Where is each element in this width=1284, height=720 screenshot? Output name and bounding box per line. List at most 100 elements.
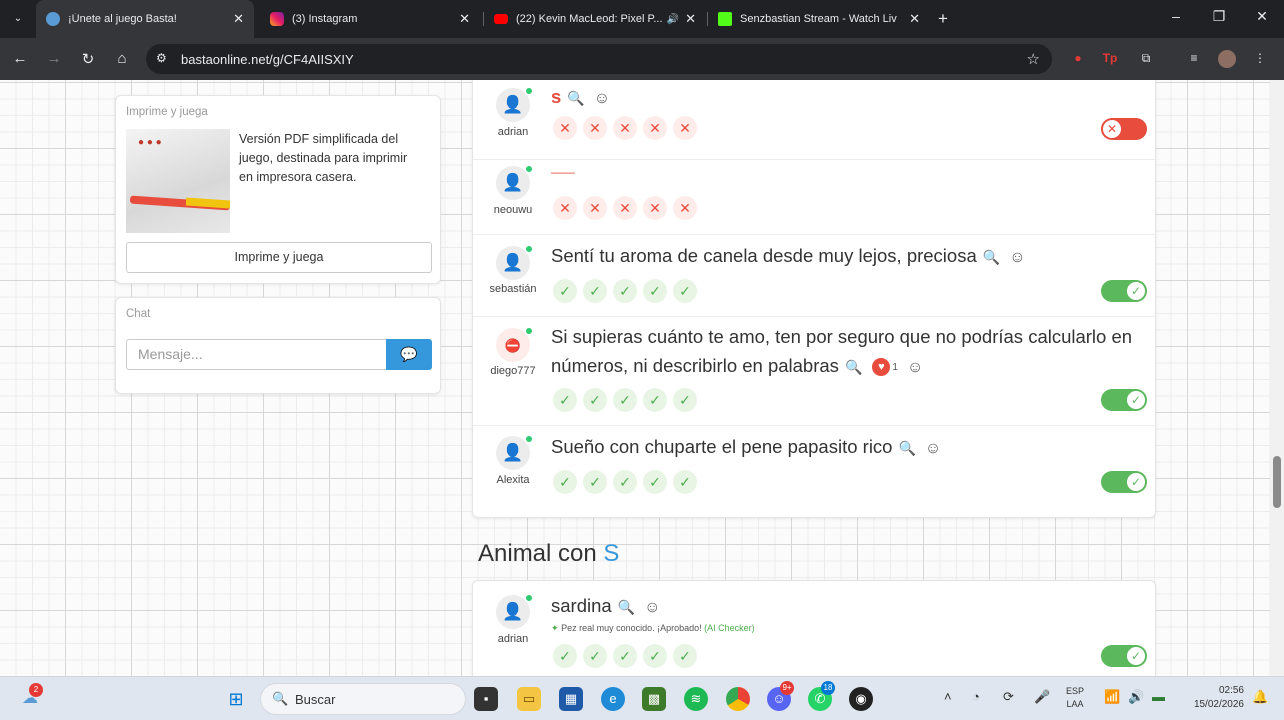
tab-youtube[interactable]: (22) Kevin MacLeod: Pixel P... 🔊 ✕ [484,6,706,32]
chat-message-input[interactable]: Mensaje... [126,339,386,370]
forward-icon[interactable]: → [44,50,64,67]
username: sebastián [489,283,537,295]
show-hidden-icons-icon[interactable]: ˄ [944,689,952,704]
toggle-check-icon: ✓ [1127,282,1145,300]
answer-text: Si supieras cuánto te amo, ten por segur… [551,322,1151,382]
validity-toggle[interactable]: ✓ [1101,645,1147,667]
validity-toggle[interactable]: ✕ [1101,118,1147,140]
username: adrian [497,633,529,645]
tab-kick[interactable]: Senzbastian Stream - Watch Liv ✕ [708,6,930,32]
tab-basta[interactable]: ¡Únete al juego Basta! ✕ [36,0,254,38]
ai-checker-note: ✦ Pez real muy conocido. ¡Aprobado! (AI … [551,623,755,634]
speaker-icon[interactable]: 🔊 [667,14,679,25]
file-explorer-icon[interactable]: ▭ [517,687,541,711]
tab-instagram[interactable]: (3) Instagram ✕ [260,6,480,32]
address-bar[interactable]: ⚙ bastaonline.net/g/CF4AIISXIY ☆ [146,44,1052,74]
scrollbar-thumb[interactable] [1273,456,1281,508]
animal-answers-card: 👤 adrian sardina 🔍 ☺ ✦ Pez real muy conoci… [472,580,1156,676]
task-view-icon[interactable]: ▪ [474,687,498,711]
site-info-icon[interactable]: ⚙ [156,51,167,65]
tray-sync-icon[interactable]: ⟳ [1003,689,1014,705]
restore-icon[interactable]: ❐ [1204,8,1234,25]
search-icon[interactable]: 🔍 [845,359,862,375]
chat-send-button[interactable]: 💬 [386,339,432,370]
close-window-icon[interactable]: ✕ [1247,8,1277,25]
home-icon[interactable]: ⌂ [112,50,132,67]
chat-bubble-icon: 💬 [400,346,418,362]
stop-sign-avatar-icon: ⛔ [504,338,522,353]
approve-mark-icon: ✓ [583,470,607,494]
reject-mark-icon: ✕ [553,196,577,220]
avatar: 👤 [496,595,532,629]
close-tab-icon[interactable]: ✕ [459,11,470,27]
youtube-favicon-icon [494,14,508,24]
search-icon[interactable]: 🔍 [983,249,1000,265]
heart-reaction-icon[interactable]: ♥ [872,358,891,376]
clock[interactable]: 02:56 15/02/2026 [1180,684,1244,712]
search-icon[interactable]: 🔍 [567,90,584,106]
approve-mark-icon: ✓ [553,470,577,494]
language-indicator[interactable]: ESP LAA [1066,685,1084,711]
reload-icon[interactable]: ↻ [78,50,98,68]
back-icon[interactable]: ← [10,50,30,67]
answer-text: Sentí tu aroma de canela desde muy lejos… [551,241,1151,272]
extensions-puzzle-icon[interactable]: ⧉ [1136,51,1156,67]
edge-icon[interactable]: e [601,687,625,711]
close-tab-icon[interactable]: ✕ [909,11,920,27]
avatar: ⛔ [496,328,532,362]
minecraft-icon[interactable]: ▩ [642,687,666,711]
windows-start-icon[interactable]: ⊞ [224,687,248,711]
wifi-icon[interactable]: 📶 [1104,689,1120,705]
extension-red-icon[interactable]: ● [1068,51,1088,67]
validity-toggle[interactable]: ✓ [1101,280,1147,302]
battery-icon[interactable]: ▬ [1152,689,1165,704]
bookmark-star-icon[interactable]: ☆ [1027,50,1040,68]
add-reaction-icon[interactable]: ☺ [1009,249,1025,266]
search-icon[interactable]: 🔍 [618,599,635,615]
new-tab-icon[interactable]: + [938,9,948,29]
tab-title: ¡Únete al juego Basta! [68,13,177,25]
close-tab-icon[interactable]: ✕ [685,11,696,27]
answer-row: 👤 adrian sardina 🔍 ☺ ✦ Pez real muy conoci… [473,581,1157,676]
profile-avatar[interactable] [1218,50,1236,68]
taskbar-search[interactable]: 🔍 Buscar [260,683,466,715]
print-and-play-button[interactable]: Imprime y juega [126,242,432,273]
media-control-icon[interactable]: ≡ [1184,51,1204,67]
username: diego777 [490,365,536,377]
extension-tp-icon[interactable]: Tp [1100,51,1120,67]
add-reaction-icon[interactable]: ☺ [594,90,610,107]
avatar: 👤 [496,166,532,200]
kick-favicon-icon [718,12,732,26]
answer-value: Sentí tu aroma de canela desde muy lejos… [551,245,977,266]
clock-time: 02:56 [1218,685,1244,696]
username: neouwu [493,204,533,216]
menu-icon[interactable]: ⋮ [1250,51,1270,67]
answer-row: 👤 sebastián Sentí tu aroma de canela des… [473,235,1157,317]
page-scrollbar[interactable] [1270,80,1284,676]
tray-app-icon[interactable]: ◔ [972,689,980,704]
obs-icon[interactable]: ◉ [849,687,873,711]
search-placeholder: Buscar [295,692,336,707]
search-icon[interactable]: 🔍 [898,440,915,456]
minimize-icon[interactable]: – [1161,8,1191,24]
basta-logo: ● ● ● [138,137,162,148]
notifications-icon[interactable]: 🔔 [1252,689,1268,705]
validity-toggle[interactable]: ✓ [1101,471,1147,493]
sparkle-icon: ✦ [551,623,559,633]
microphone-icon[interactable]: 🎤 [1034,689,1050,705]
category-letter: S [603,540,620,567]
tab-search-icon[interactable]: ⌄ [8,10,28,28]
add-reaction-icon[interactable]: ☺ [907,359,923,376]
chrome-icon[interactable] [726,687,750,711]
url-text[interactable]: bastaonline.net/g/CF4AIISXIY [181,52,354,67]
volume-icon[interactable]: 🔊 [1128,689,1144,705]
close-tab-icon[interactable]: ✕ [233,11,244,27]
approve-mark-icon: ✓ [583,388,607,412]
spotify-icon[interactable]: ≋ [684,687,708,711]
add-reaction-icon[interactable]: ☺ [644,599,660,616]
store-icon[interactable]: ▦ [559,687,583,711]
add-reaction-icon[interactable]: ☺ [925,440,941,457]
tab-title: (3) Instagram [292,13,358,25]
approve-mark-icon: ✓ [673,470,697,494]
validity-toggle[interactable]: ✓ [1101,389,1147,411]
